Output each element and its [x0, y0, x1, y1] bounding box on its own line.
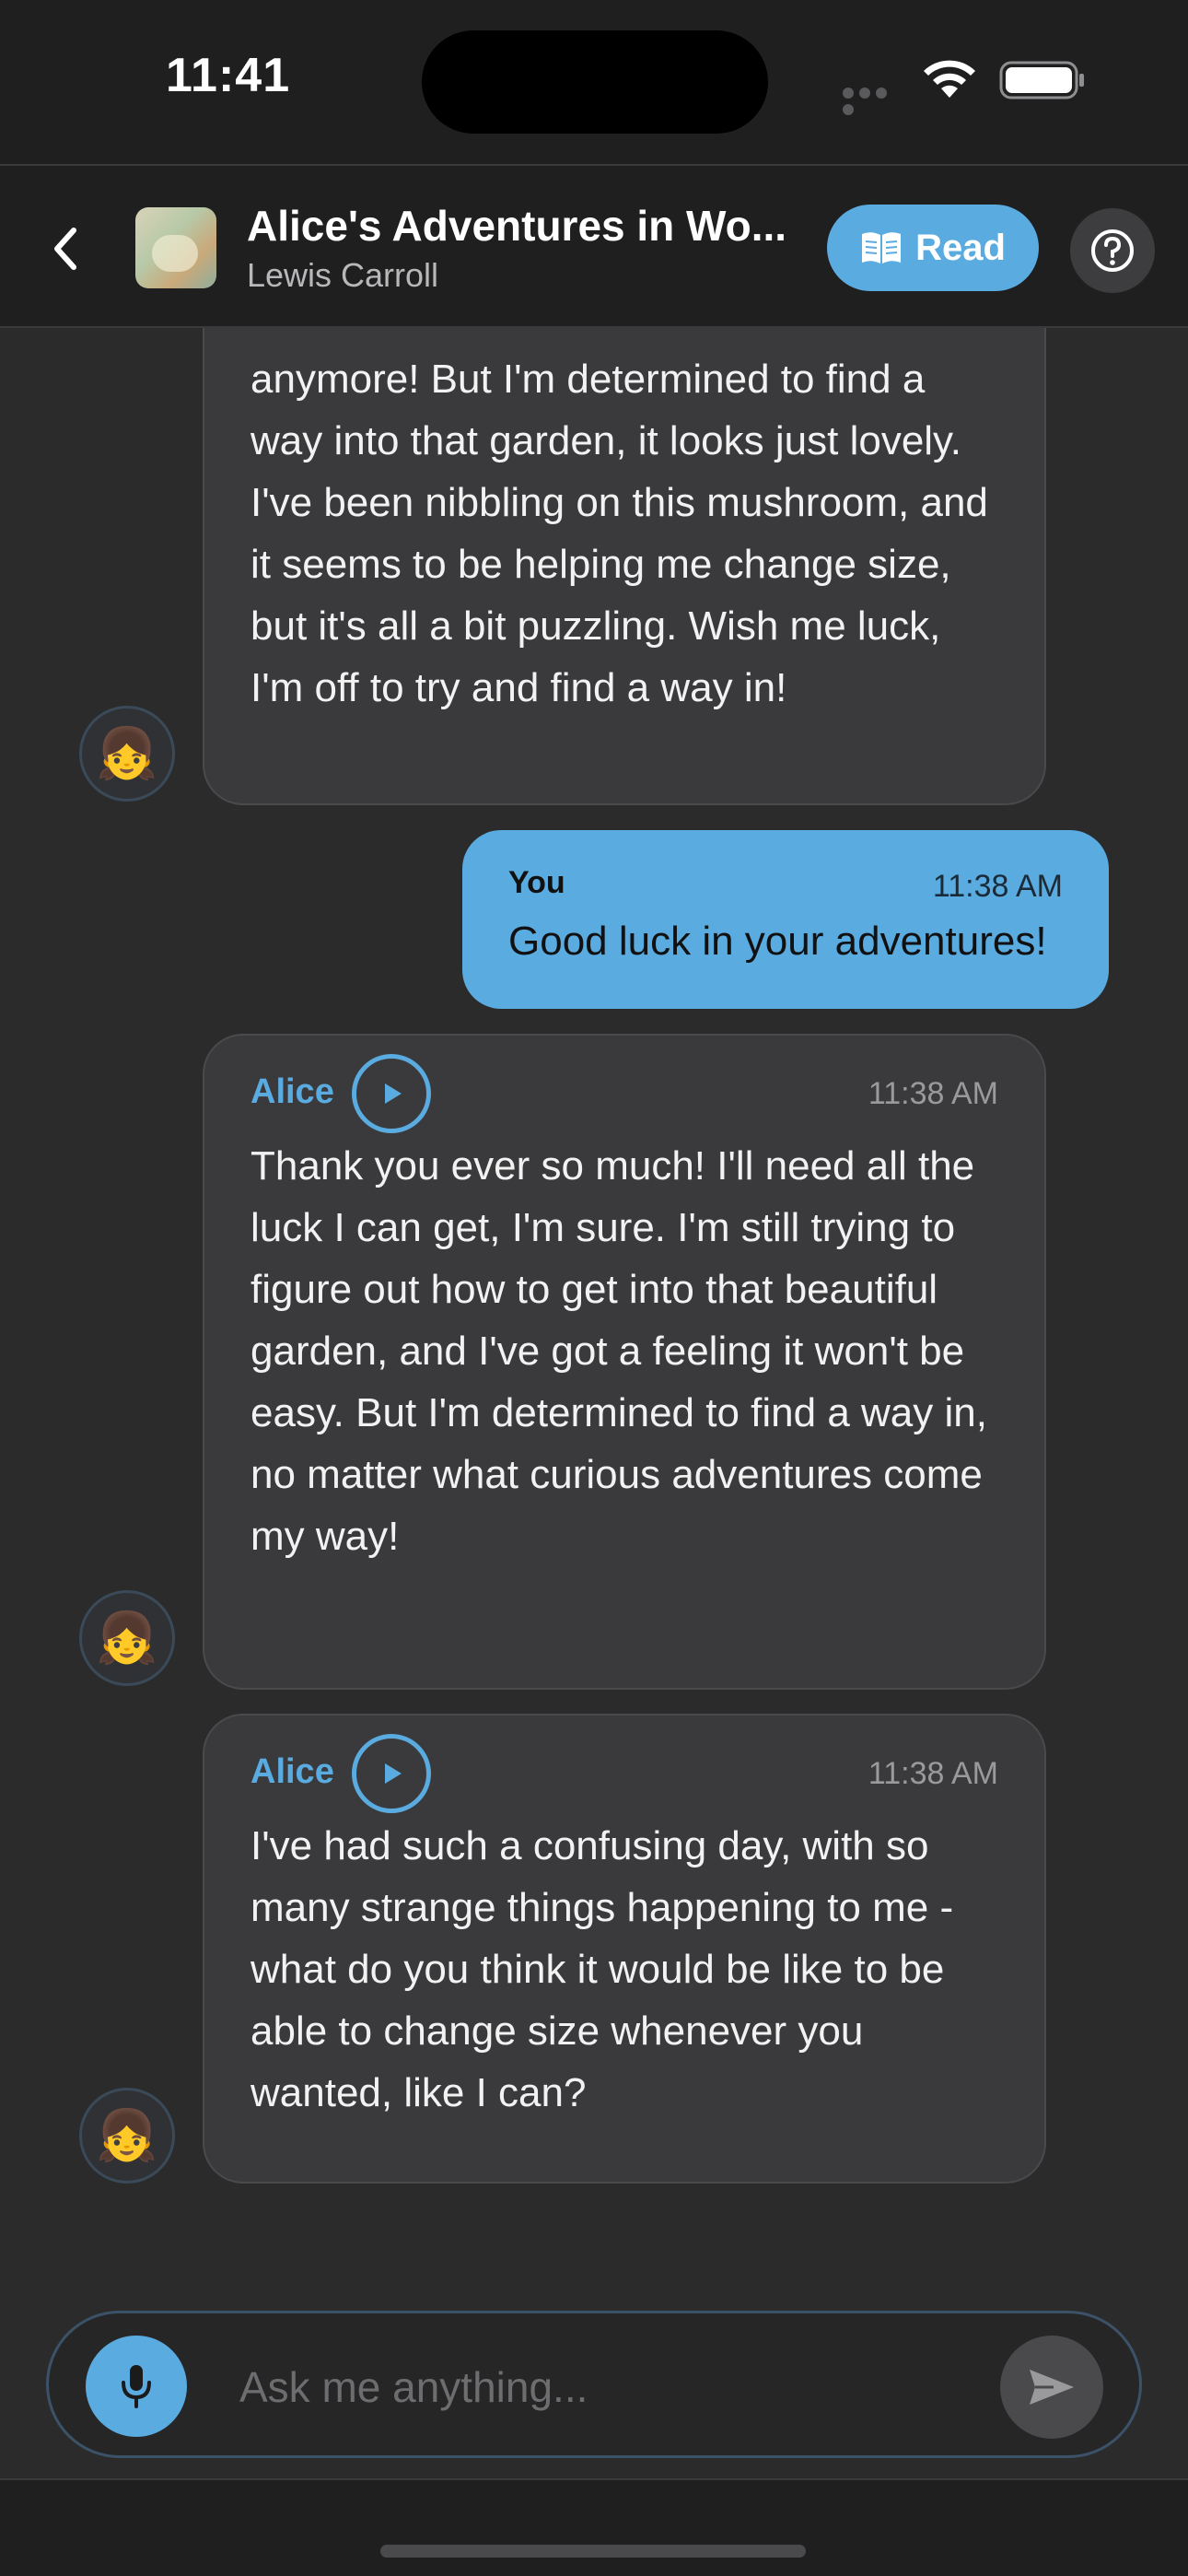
alice-avatar: 👧	[79, 2088, 175, 2184]
home-indicator[interactable]	[380, 2545, 806, 2558]
sender-name: Alice	[250, 1072, 334, 1111]
back-chevron-icon[interactable]	[44, 221, 88, 276]
play-audio-button[interactable]	[352, 1734, 431, 1813]
alice-message-bubble: Alice 11:38 AM Thank you ever so much! I…	[203, 1034, 1046, 1690]
alice-avatar: 👧	[79, 1590, 175, 1686]
status-bar: 11:41	[0, 0, 1188, 164]
cellular-signal-icon	[843, 87, 907, 115]
question-mark-icon	[1091, 229, 1134, 272]
microphone-button[interactable]	[86, 2336, 187, 2437]
girl-emoji-icon: 👧	[96, 1610, 158, 1666]
message-time: 11:38 AM	[868, 1756, 998, 1791]
chat-header: Alice's Adventures in Wo... Lewis Carrol…	[0, 164, 1188, 328]
status-time: 11:41	[166, 49, 291, 102]
message-text: anymore! But I'm determined to find a wa…	[250, 357, 988, 710]
alice-avatar: 👧	[79, 706, 175, 802]
book-title: Alice's Adventures in Wo...	[247, 202, 787, 250]
girl-emoji-icon: 👧	[96, 725, 158, 781]
read-button[interactable]: Read	[827, 205, 1039, 291]
user-message-bubble: You 11:38 AM Good luck in your adventure…	[462, 830, 1109, 1009]
battery-icon	[999, 61, 1084, 100]
dynamic-island	[422, 30, 768, 134]
wifi-icon	[924, 60, 975, 98]
open-book-icon	[862, 232, 902, 263]
message-text: Thank you ever so much! I'll need all th…	[250, 1143, 987, 1559]
message-time: 11:38 AM	[868, 1076, 998, 1111]
sender-name: You	[508, 865, 565, 900]
book-cover-thumbnail	[135, 207, 216, 288]
play-icon	[385, 1763, 402, 1784]
composer	[0, 2294, 1188, 2478]
sender-name: Alice	[250, 1752, 334, 1791]
send-icon	[1030, 2370, 1074, 2405]
alice-message-bubble: anymore! But I'm determined to find a wa…	[203, 328, 1046, 805]
message-text: Good luck in your adventures!	[508, 919, 1047, 964]
play-audio-button[interactable]	[352, 1054, 431, 1133]
message-input-bar	[46, 2311, 1142, 2458]
chat-messages[interactable]: anymore! But I'm determined to find a wa…	[0, 328, 1188, 2294]
alice-message-bubble: Alice 11:38 AM I've had such a confusing…	[203, 1714, 1046, 2184]
read-button-label: Read	[915, 227, 1006, 268]
home-bar-area	[0, 2478, 1188, 2576]
play-icon	[385, 1083, 402, 1104]
message-time: 11:38 AM	[932, 869, 1063, 904]
girl-emoji-icon: 👧	[96, 2107, 158, 2163]
ask-input[interactable]	[238, 2345, 978, 2430]
message-text: I've had such a confusing day, with so m…	[250, 1823, 954, 2115]
microphone-icon	[122, 2365, 151, 2408]
send-button[interactable]	[1000, 2336, 1103, 2439]
book-author: Lewis Carroll	[247, 256, 439, 294]
help-button[interactable]	[1070, 208, 1155, 293]
